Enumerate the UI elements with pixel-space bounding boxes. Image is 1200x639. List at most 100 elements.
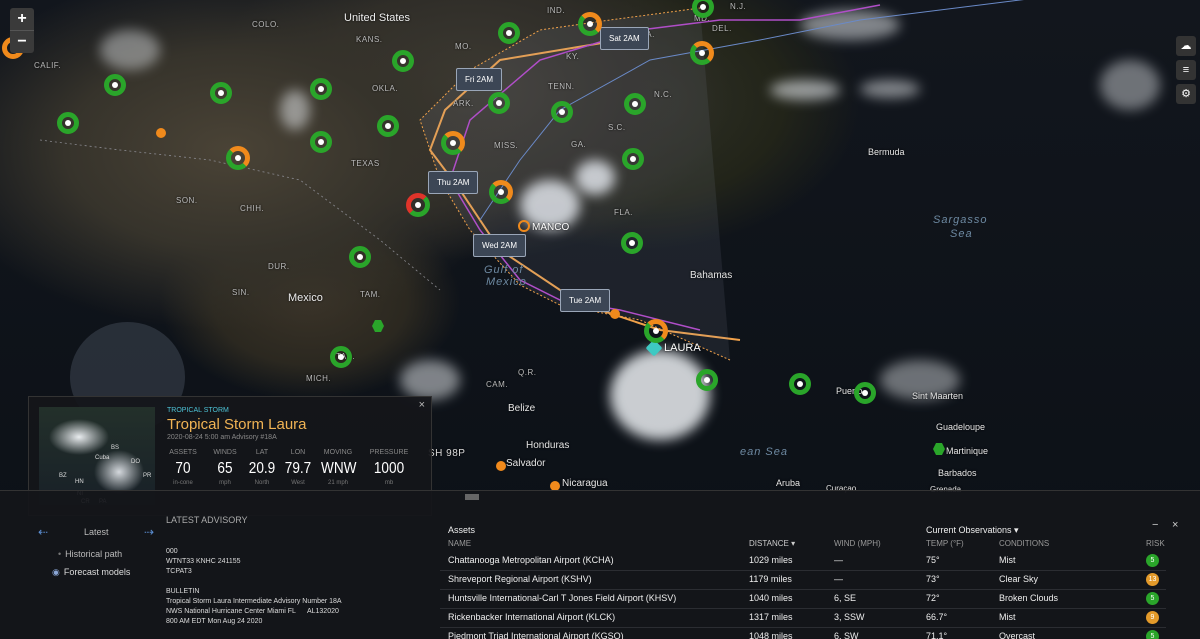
label-aruba: Aruba <box>776 478 801 488</box>
col-wind[interactable]: WIND (mph) <box>834 539 881 548</box>
zoom-in-button[interactable]: + <box>10 8 34 30</box>
thumb-label: BS <box>111 445 120 451</box>
asset-marker[interactable] <box>644 319 668 343</box>
table-row[interactable]: Chattanooga Metropolitan Airport (KCHA) … <box>440 551 1166 571</box>
storm-marker-laura[interactable]: LAURA <box>664 342 701 354</box>
forecast-point-tue[interactable]: Tue 2AM <box>560 289 611 312</box>
asset-marker[interactable] <box>690 41 714 65</box>
forecast-point-fri[interactable]: Fri 2AM <box>456 68 502 91</box>
close-panel-button[interactable]: × <box>1172 519 1178 531</box>
risk-badge: 5 <box>1146 592 1159 605</box>
asset-marker[interactable] <box>578 12 602 36</box>
current-observations-dropdown[interactable]: Current Observations ▾ <box>926 525 1019 536</box>
label-tam: TAM. <box>360 290 381 299</box>
thumb-label: HN <box>75 479 84 485</box>
label-fla: FLA. <box>614 208 633 217</box>
risk-badge: 5 <box>1146 554 1159 567</box>
forecast-models-toggle[interactable]: ◉ Forecast models <box>52 567 130 578</box>
asset-marker[interactable] <box>498 22 520 44</box>
label-dur: DUR. <box>268 262 290 271</box>
risk-badge: 9 <box>1146 611 1159 624</box>
label-chih: CHIH. <box>240 204 265 213</box>
storm-name: Tropical Storm Laura <box>167 416 307 433</box>
col-conditions[interactable]: CONDITIONS <box>999 539 1049 548</box>
prev-arrow-icon[interactable]: ⇠ <box>38 525 48 539</box>
advisory-text: 000 WTNT33 KNHC 241155 TCPAT3 BULLETIN T… <box>166 548 342 625</box>
label-ga: GA. <box>571 140 587 149</box>
asset-marker[interactable] <box>622 148 644 170</box>
asset-marker[interactable] <box>57 112 79 134</box>
label-nj: N.J. <box>730 2 747 11</box>
settings-icon[interactable]: ⚙ <box>1176 84 1196 104</box>
weather-layer-icon[interactable]: ☁ <box>1176 36 1196 56</box>
label-son: SON. <box>176 196 198 205</box>
next-arrow-icon[interactable]: ⇢ <box>144 525 154 539</box>
stat-winds: WINDS 65 mph <box>213 449 237 486</box>
label-ind: IND. <box>547 6 565 15</box>
col-risk[interactable]: RISK <box>1146 539 1165 548</box>
label-sint-maarten: Sint Maarten <box>912 391 964 401</box>
asset-marker[interactable] <box>210 82 232 104</box>
storm-icon-marco[interactable] <box>518 220 530 232</box>
table-row[interactable]: Rickenbacker International Airport (KLCK… <box>440 608 1166 628</box>
table-row[interactable]: Shreveport Regional Airport (KSHV) 1179 … <box>440 570 1166 590</box>
stat-moving: MOVING WNW 21 mph <box>321 449 357 486</box>
label-ky: KY. <box>566 52 580 61</box>
label-united-states: United States <box>344 12 411 24</box>
assets-title: Assets <box>448 525 476 535</box>
thumb-label: Cuba <box>95 455 110 461</box>
label-bermuda: Bermuda <box>868 147 905 157</box>
asset-marker[interactable] <box>789 373 811 395</box>
forecast-point-sat[interactable]: Sat 2AM <box>600 27 649 50</box>
table-row[interactable]: Huntsville International-Carl T Jones Fi… <box>440 589 1166 609</box>
asset-marker[interactable] <box>621 232 643 254</box>
asset-marker[interactable] <box>406 193 430 217</box>
asset-marker[interactable] <box>624 93 646 115</box>
label-bahamas: Bahamas <box>690 270 733 281</box>
asset-marker[interactable] <box>330 346 352 368</box>
layers-icon[interactable]: ≡ <box>1176 60 1196 80</box>
close-icon[interactable]: × <box>419 399 425 411</box>
label-sin: SIN. <box>232 288 250 297</box>
asset-marker[interactable] <box>854 382 876 404</box>
asset-marker[interactable] <box>349 246 371 268</box>
asset-marker[interactable] <box>489 180 513 204</box>
label-del: DEL. <box>712 24 732 33</box>
table-row[interactable]: Piedmont Triad International Airport (KG… <box>440 627 1166 639</box>
thumb-label: PR <box>143 473 152 479</box>
stat-pressure: PRESSURE 1000 mb <box>369 449 409 486</box>
label-calif: CALIF. <box>34 61 62 70</box>
eye-icon: ◉ <box>52 567 60 577</box>
storm-marker-marco[interactable]: MANCO <box>532 222 569 233</box>
zoom-out-button[interactable]: − <box>10 30 34 53</box>
asset-marker[interactable] <box>488 92 510 114</box>
asset-marker[interactable] <box>392 50 414 72</box>
asset-marker[interactable] <box>156 128 166 138</box>
ocean-label-caribbean: ean Sea <box>740 446 788 458</box>
col-name[interactable]: NAME <box>448 539 471 548</box>
asset-marker[interactable] <box>610 309 620 319</box>
label-ark: ARK. <box>453 99 474 108</box>
forecast-point-thu[interactable]: Thu 2AM <box>428 171 479 194</box>
asset-marker[interactable] <box>377 115 399 137</box>
asset-marker[interactable] <box>696 369 718 391</box>
asset-marker[interactable] <box>310 78 332 100</box>
label-colo: COLO. <box>252 20 280 29</box>
label-tenn: TENN. <box>548 82 575 91</box>
col-temp[interactable]: TEMP (°F) <box>926 539 964 548</box>
asset-marker[interactable] <box>441 131 465 155</box>
asset-marker[interactable] <box>496 461 506 471</box>
bullet-icon: • <box>58 549 62 559</box>
map-tools: ☁ ≡ ⚙ <box>1176 36 1196 108</box>
asset-marker[interactable] <box>551 101 573 123</box>
asset-marker[interactable] <box>104 74 126 96</box>
historical-path-toggle[interactable]: • Historical path <box>58 549 122 559</box>
forecast-point-wed[interactable]: Wed 2AM <box>473 234 526 257</box>
label-texas: TEXAS <box>351 159 380 168</box>
asset-marker[interactable] <box>310 131 332 153</box>
col-distance[interactable]: DISTANCE ▾ <box>749 539 795 548</box>
minimize-button[interactable]: − <box>1152 519 1158 531</box>
asset-marker[interactable] <box>226 146 250 170</box>
label-nicaragua: Nicaragua <box>562 478 608 489</box>
panel-drag-handle[interactable] <box>465 494 479 500</box>
